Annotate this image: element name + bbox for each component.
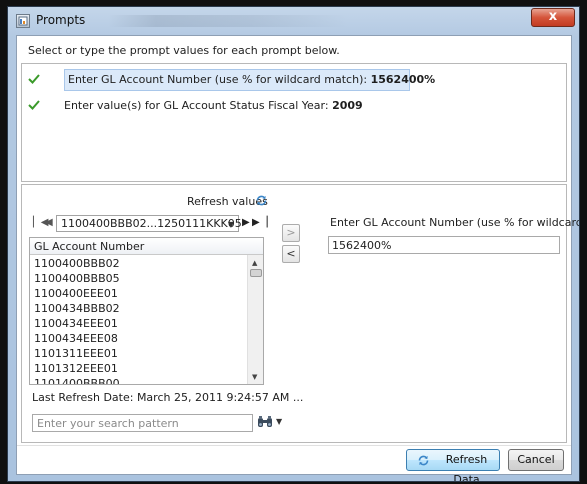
gl-account-value-input[interactable] bbox=[328, 236, 560, 254]
prompt-row-fiscal-year[interactable]: Enter value(s) for GL Account Status Fis… bbox=[22, 95, 566, 117]
scroll-up-icon[interactable]: ▲ bbox=[252, 259, 257, 267]
refresh-data-button[interactable]: Refresh Data bbox=[406, 449, 500, 481]
list-item[interactable]: 1100434BBB02 bbox=[34, 301, 120, 316]
refresh-data-label: Refresh Data bbox=[445, 453, 488, 482]
refresh-icon[interactable] bbox=[255, 194, 268, 210]
window-title: Prompts bbox=[36, 13, 86, 27]
list-scrollbar[interactable]: ▲ ▼ bbox=[247, 255, 263, 384]
prompt-value: 2009 bbox=[332, 99, 363, 112]
footer-divider bbox=[17, 445, 571, 446]
values-list[interactable]: GL Account Number 1100400BBB02 1100400BB… bbox=[29, 237, 264, 385]
dialog-body: Select or type the prompt values for eac… bbox=[16, 35, 579, 481]
prompts-dialog: Prompts x Select or type the prompt valu… bbox=[7, 6, 580, 482]
move-right-button[interactable]: > bbox=[282, 224, 300, 242]
previous-page-icon[interactable]: ◀ bbox=[45, 217, 53, 228]
list-item[interactable]: 1100434EEE08 bbox=[34, 331, 118, 346]
prompt-label: Enter value(s) for GL Account Status Fis… bbox=[64, 99, 329, 112]
prompt-row-gl-account[interactable]: Enter GL Account Number (use % for wildc… bbox=[22, 69, 566, 91]
scroll-thumb[interactable] bbox=[250, 269, 262, 277]
last-refresh-date: Last Refresh Date: March 25, 2011 9:24:5… bbox=[32, 391, 304, 404]
scroll-down-icon[interactable]: ▼ bbox=[252, 373, 257, 381]
prompt-list: Enter GL Account Number (use % for wildc… bbox=[21, 63, 567, 182]
chevron-down-icon: ▼ bbox=[227, 220, 234, 229]
app-icon bbox=[16, 14, 30, 28]
cancel-button[interactable]: Cancel bbox=[508, 449, 564, 471]
next-page-icon[interactable]: ▶ bbox=[242, 217, 250, 228]
move-left-button[interactable]: < bbox=[282, 245, 300, 263]
list-item[interactable]: 1101400BBB00 bbox=[34, 376, 120, 384]
prompt-value: 1562400% bbox=[370, 73, 436, 86]
binoculars-search-icon[interactable] bbox=[257, 415, 273, 432]
prompt-label: Enter GL Account Number (use % for wildc… bbox=[68, 73, 368, 86]
instruction-text: Select or type the prompt values for eac… bbox=[28, 44, 340, 57]
column-header[interactable]: GL Account Number bbox=[30, 238, 263, 255]
list-item[interactable]: 1101312EEE01 bbox=[34, 361, 118, 376]
title-background-ghost bbox=[108, 15, 348, 27]
prompt-detail-panel: Refresh values ▏◀ ◀ 1100400BBB02...12501… bbox=[21, 184, 579, 443]
prompt-text: Enter GL Account Number (use % for wildc… bbox=[64, 69, 435, 91]
range-value: 1100400BBB02...1250111KKK05 bbox=[61, 217, 242, 230]
search-input[interactable] bbox=[32, 414, 253, 432]
range-dropdown[interactable]: 1100400BBB02...1250111KKK05 ▼ bbox=[56, 215, 242, 232]
list-item[interactable]: 1101311EEE01 bbox=[34, 346, 118, 361]
check-icon bbox=[28, 73, 40, 88]
list-item[interactable]: 1100434EEE01 bbox=[34, 316, 118, 331]
list-item[interactable]: 1100400BBB05 bbox=[34, 271, 120, 286]
list-item[interactable]: 1100400BBB02 bbox=[34, 256, 120, 271]
refresh-icon bbox=[417, 454, 430, 474]
check-icon bbox=[28, 99, 40, 114]
list-item[interactable]: 1100400EEE01 bbox=[34, 286, 118, 301]
search-options-chevron-icon[interactable]: ▼ bbox=[276, 417, 282, 426]
prompt-text: Enter value(s) for GL Account Status Fis… bbox=[64, 95, 363, 117]
value-input-label: Enter GL Account Number (use % for wildc… bbox=[330, 216, 580, 229]
last-page-icon[interactable]: ▶▕ bbox=[252, 217, 267, 228]
close-button[interactable]: x bbox=[531, 8, 575, 27]
title-bar[interactable]: Prompts x bbox=[8, 7, 579, 35]
